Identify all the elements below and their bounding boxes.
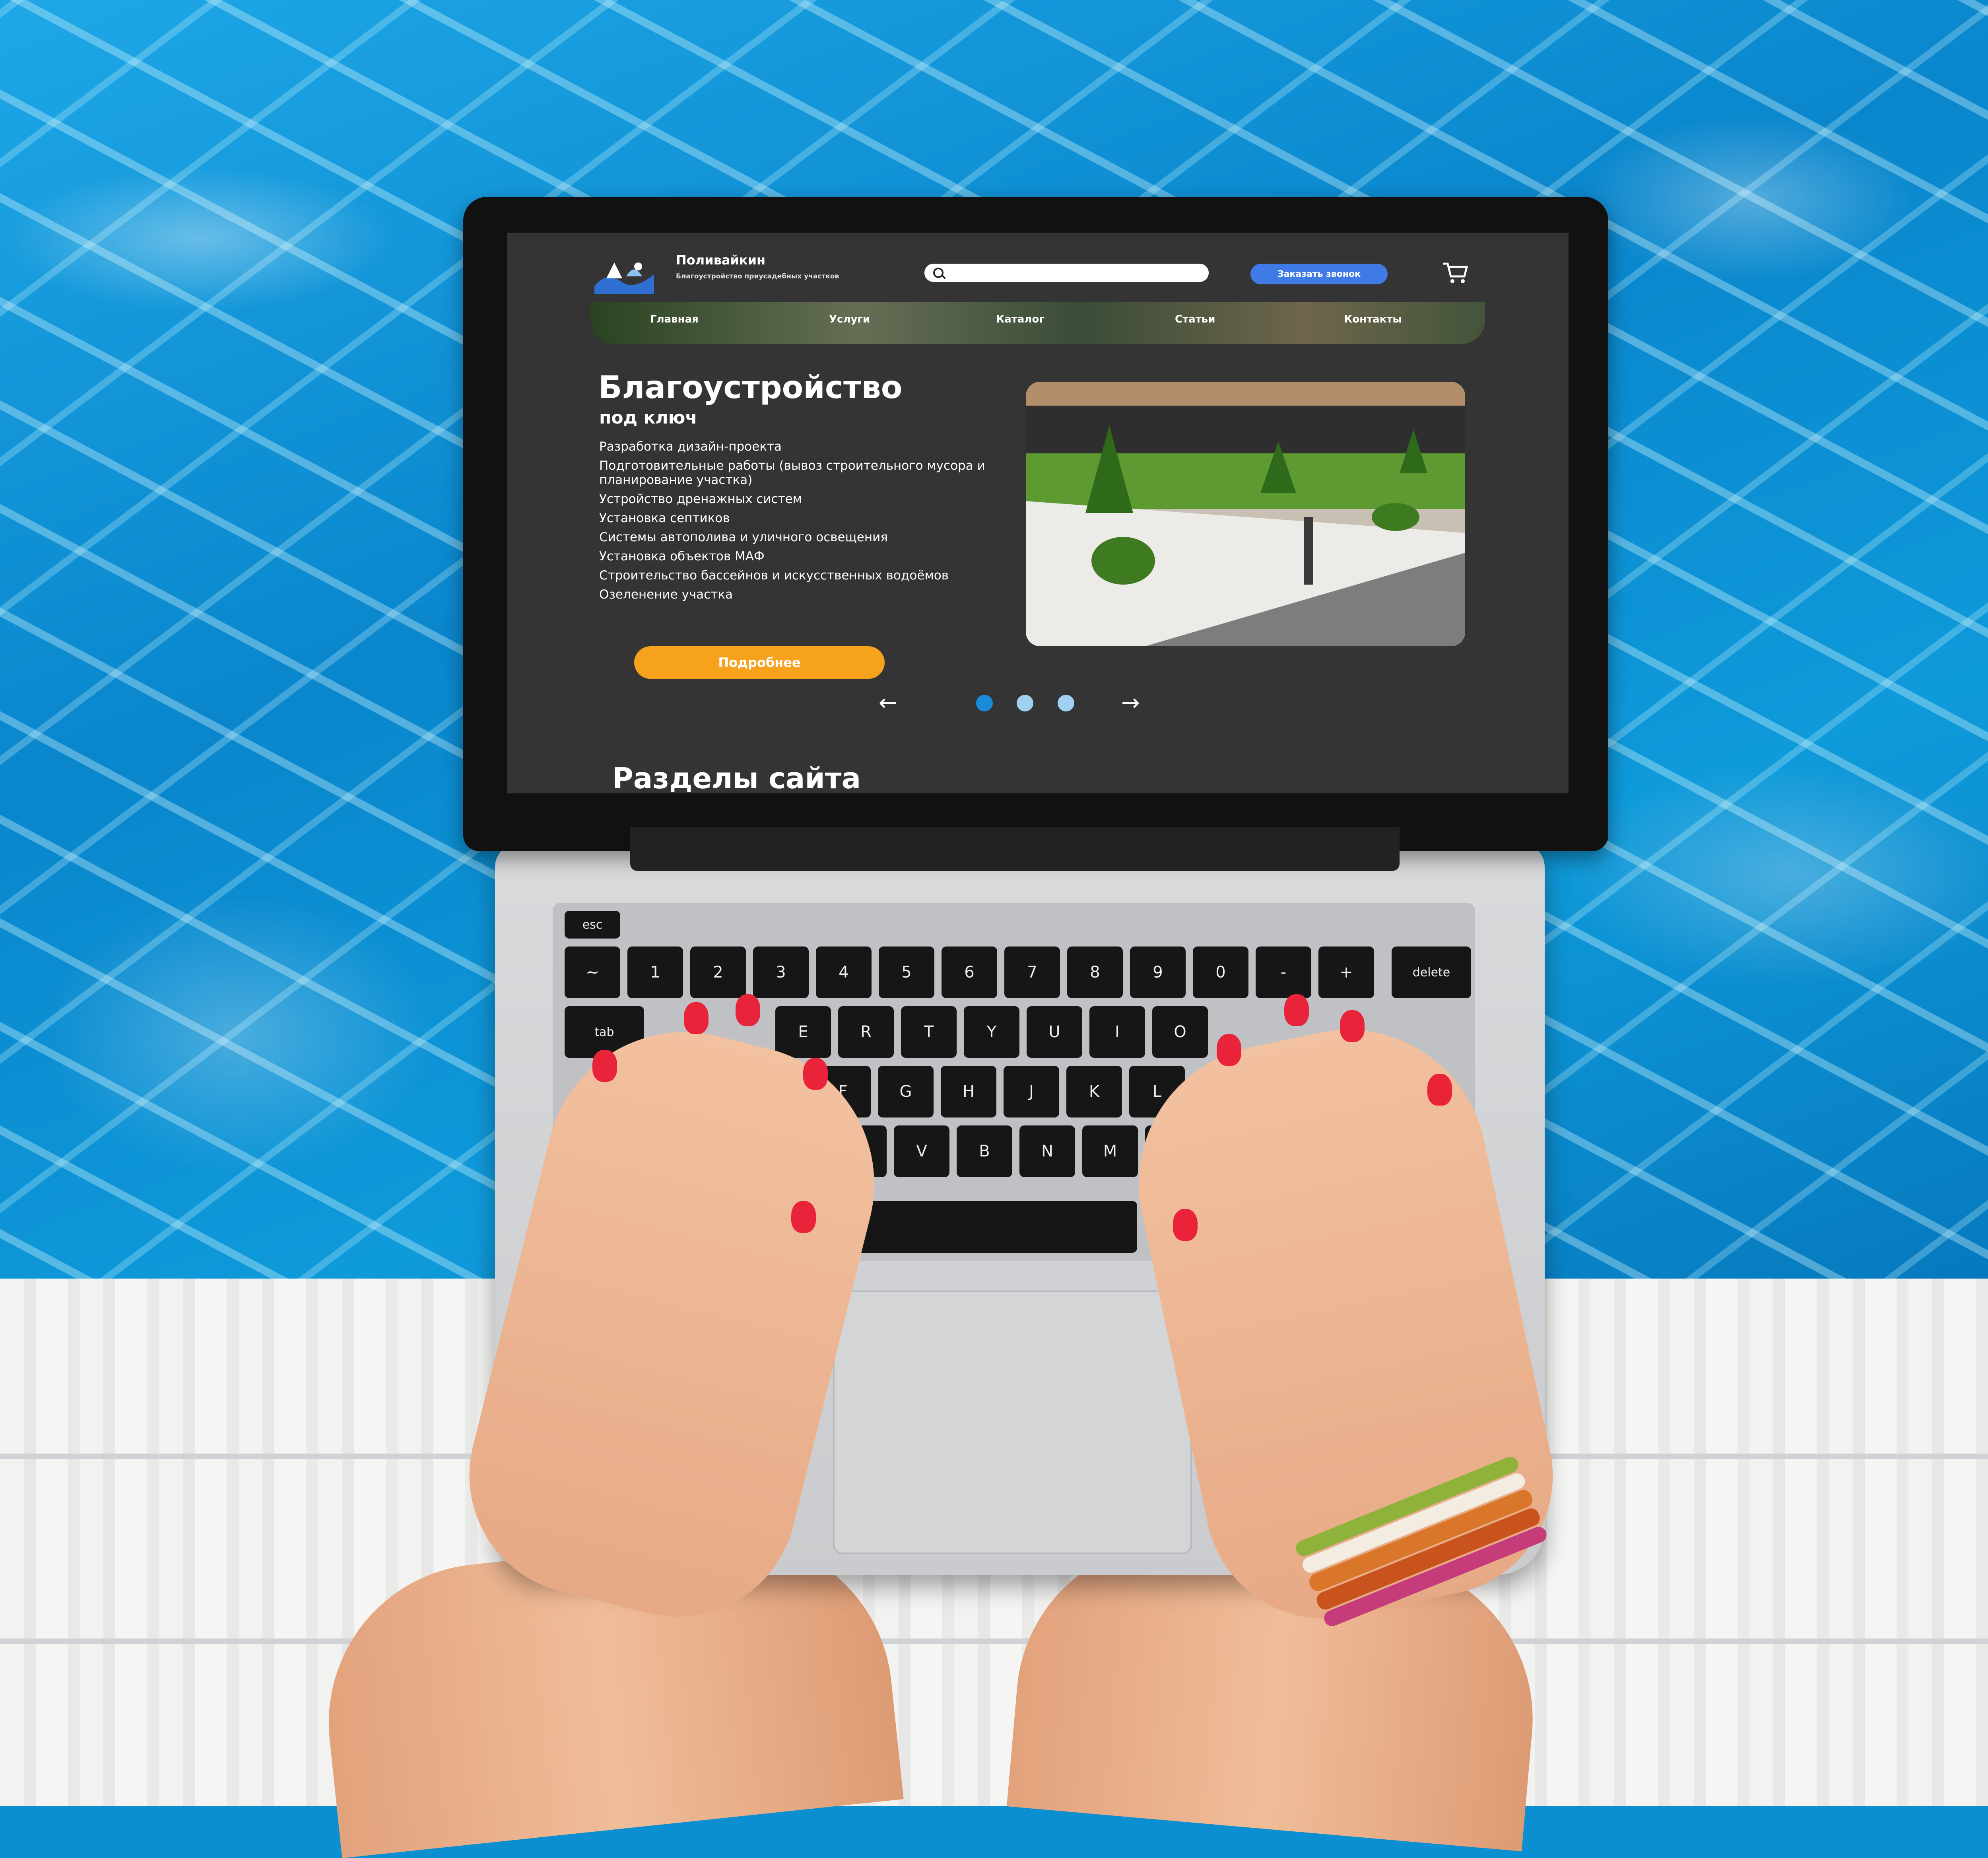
fingernail	[1173, 1209, 1198, 1241]
nav-item-catalog[interactable]: Каталог	[996, 313, 1044, 325]
key-k[interactable]: K	[1066, 1066, 1122, 1118]
nav-item-articles[interactable]: Статьи	[1175, 313, 1215, 325]
main-navigation: Главная Услуги Каталог Статьи Контакты	[590, 302, 1485, 344]
trackpad[interactable]	[833, 1290, 1192, 1554]
key-5[interactable]: 5	[879, 946, 934, 998]
key-9[interactable]: 9	[1130, 946, 1186, 998]
nav-item-contacts[interactable]: Контакты	[1344, 313, 1402, 325]
service-item: Подготовительные работы (вывоз строитель…	[599, 459, 985, 487]
more-button[interactable]: Подробнее	[634, 646, 885, 679]
key-t[interactable]: T	[901, 1006, 957, 1058]
brand-name: Поливайкин	[676, 253, 766, 268]
slider-prev-arrow[interactable]: ←	[879, 690, 897, 716]
fingernail	[1427, 1074, 1452, 1106]
key-7[interactable]: 7	[1004, 946, 1060, 998]
key-i[interactable]: I	[1089, 1006, 1145, 1058]
brand-tagline: Благоустройство приусадебных участков	[676, 272, 839, 280]
key-e[interactable]: E	[775, 1006, 831, 1058]
key-o[interactable]: O	[1152, 1006, 1208, 1058]
key-esc[interactable]: esc	[565, 911, 620, 939]
nav-item-services[interactable]: Услуги	[829, 313, 870, 325]
service-item: Озеленение участка	[599, 587, 733, 602]
services-list: Разработка дизайн-проекта Подготовительн…	[599, 439, 997, 606]
key-1[interactable]: 1	[627, 946, 683, 998]
key--[interactable]: -	[1256, 946, 1311, 998]
search-icon	[933, 268, 944, 278]
slider-dot-2[interactable]	[1017, 695, 1033, 711]
fingernail	[1217, 1034, 1241, 1066]
hero-subtitle: под ключ	[599, 408, 697, 428]
key-b[interactable]: B	[957, 1125, 1012, 1177]
key-space[interactable]	[827, 1201, 1137, 1253]
fingernail	[1284, 994, 1309, 1026]
service-item: Устройство дренажных систем	[599, 492, 802, 506]
key-v[interactable]: V	[894, 1125, 949, 1177]
service-item: Строительство бассейнов и искусственных …	[599, 568, 949, 583]
logo-icon[interactable]	[590, 255, 658, 298]
slider-next-arrow[interactable]: →	[1121, 690, 1140, 716]
key-y[interactable]: Y	[964, 1006, 1019, 1058]
key-~[interactable]: ~	[565, 946, 620, 998]
key-6[interactable]: 6	[942, 946, 997, 998]
fingernail	[736, 994, 760, 1026]
site-header: Поливайкин Благоустройство приусадебных …	[507, 233, 1569, 300]
key-2[interactable]: 2	[690, 946, 746, 998]
key-3[interactable]: 3	[753, 946, 809, 998]
search-input[interactable]	[924, 264, 1209, 282]
key-h[interactable]: H	[941, 1066, 996, 1118]
key-+[interactable]: +	[1318, 946, 1374, 998]
fingernail	[803, 1058, 828, 1090]
key-8[interactable]: 8	[1067, 946, 1123, 998]
hero-garden-image	[1026, 382, 1465, 646]
fingernail	[684, 1002, 709, 1034]
key-n[interactable]: N	[1019, 1125, 1075, 1177]
laptop-hinge	[630, 827, 1400, 871]
laptop-screen: Поливайкин Благоустройство приусадебных …	[507, 233, 1569, 793]
key-u[interactable]: U	[1027, 1006, 1082, 1058]
key-r[interactable]: R	[838, 1006, 894, 1058]
key-0[interactable]: 0	[1193, 946, 1248, 998]
slider-dot-3[interactable]	[1058, 695, 1074, 711]
key-delete[interactable]: delete	[1392, 946, 1471, 998]
key-g[interactable]: G	[878, 1066, 934, 1118]
nav-item-home[interactable]: Главная	[650, 313, 699, 325]
service-item: Системы автополива и уличного освещения	[599, 530, 888, 544]
slider-dot-1[interactable]	[976, 695, 993, 711]
section-title: Разделы сайта	[612, 762, 861, 793]
hero-title: Благоустройство	[598, 370, 903, 406]
call-request-button[interactable]: Заказать звонок	[1250, 264, 1388, 284]
fingernail	[791, 1201, 816, 1233]
service-item: Установка объектов МАФ	[599, 549, 765, 564]
cart-icon[interactable]	[1441, 260, 1469, 284]
fingernail	[592, 1050, 617, 1082]
key-4[interactable]: 4	[816, 946, 872, 998]
service-item: Установка септиков	[599, 511, 730, 525]
key-m[interactable]: M	[1082, 1125, 1138, 1177]
fingernail	[1340, 1010, 1365, 1042]
key-j[interactable]: J	[1004, 1066, 1059, 1118]
service-item: Разработка дизайн-проекта	[599, 439, 782, 454]
